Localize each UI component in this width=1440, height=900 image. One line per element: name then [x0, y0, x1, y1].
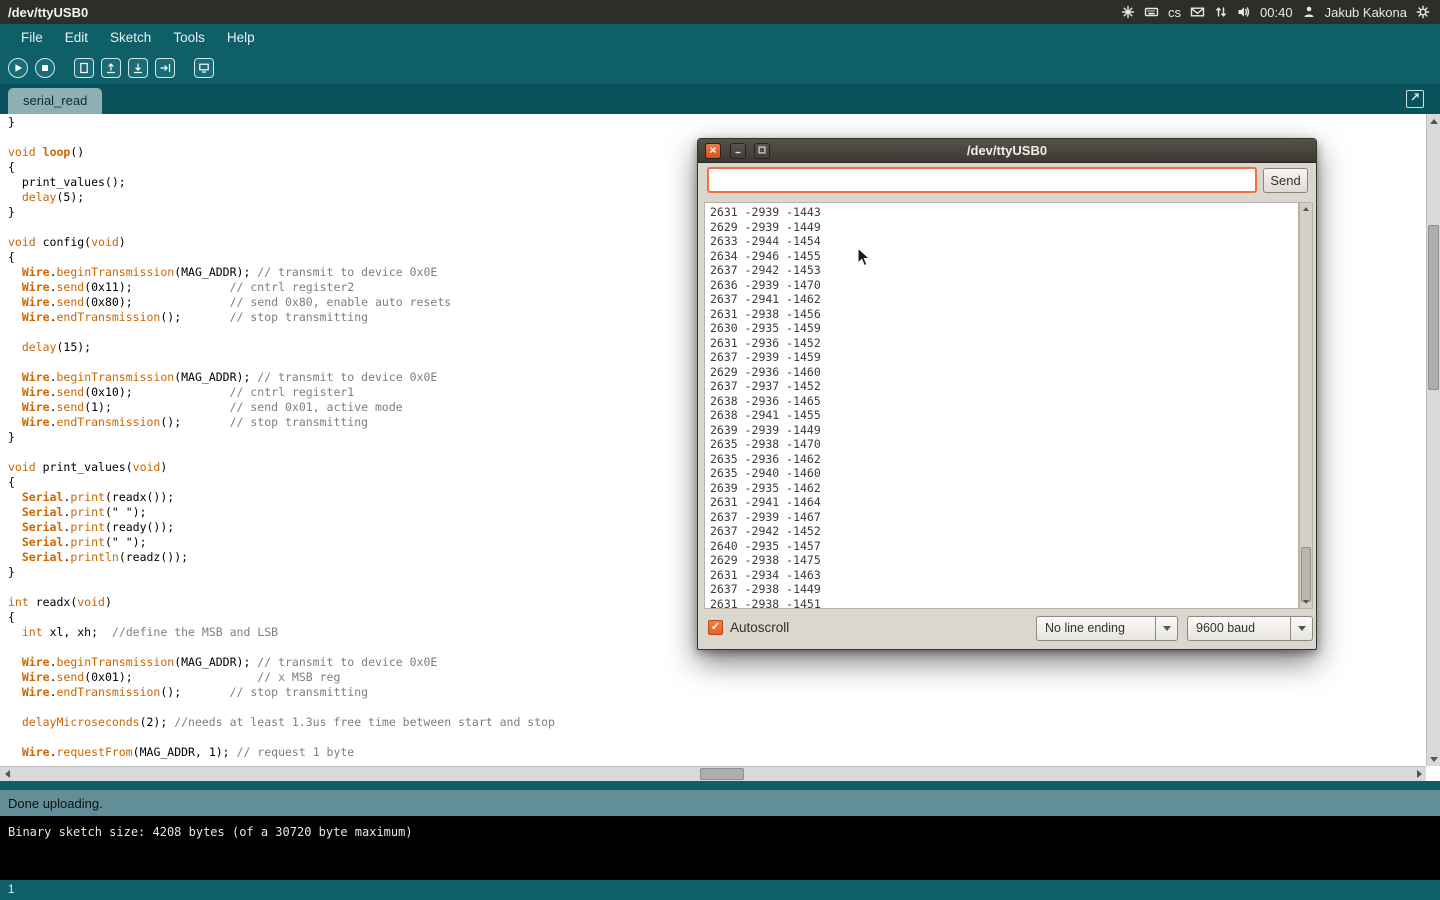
baud-rate-value: 9600 baud	[1188, 617, 1290, 640]
user-menu[interactable]: Jakub Kakona	[1325, 5, 1407, 20]
verify-button[interactable]	[8, 58, 28, 78]
save-button[interactable]	[128, 58, 148, 78]
new-file-icon	[78, 62, 90, 74]
line-number-indicator: 1	[0, 880, 1440, 900]
triangle-up-icon	[1303, 207, 1309, 211]
play-icon	[12, 62, 24, 74]
editor-vscrollbar[interactable]	[1426, 114, 1440, 766]
chevron-down-icon[interactable]	[1155, 617, 1177, 640]
scroll-left-button[interactable]	[0, 767, 14, 781]
code-line	[8, 700, 1426, 715]
stop-icon	[39, 62, 51, 74]
serial-scroll-thumb[interactable]	[1301, 547, 1311, 602]
console-output: Binary sketch size: 4208 bytes (of a 307…	[0, 816, 1440, 880]
serial-monitor-icon	[198, 62, 210, 74]
code-line: delayMicroseconds(2); //needs at least 1…	[8, 715, 1426, 730]
hscroll-thumb[interactable]	[700, 768, 744, 780]
serial-output-area[interactable]: 2631 -2939 -1443 2629 -2939 -1449 2633 -…	[704, 202, 1299, 609]
menu-edit[interactable]: Edit	[54, 24, 99, 52]
console-text: Binary sketch size: 4208 bytes (of a 307…	[8, 825, 413, 839]
menu-sketch[interactable]: Sketch	[99, 24, 162, 52]
triangle-up-icon	[1430, 119, 1438, 124]
toolbar	[0, 52, 1440, 84]
serial-output-text: 2631 -2939 -1443 2629 -2939 -1449 2633 -…	[705, 203, 1298, 609]
chevron-down-icon[interactable]	[1290, 617, 1312, 640]
vscroll-thumb[interactable]	[1428, 225, 1439, 390]
menu-help[interactable]: Help	[216, 24, 266, 52]
code-line: }	[8, 115, 1426, 130]
serial-titlebar[interactable]: /dev/ttyUSB0	[698, 139, 1316, 163]
triangle-left-icon	[5, 770, 10, 778]
line-ending-value: No line ending	[1037, 617, 1155, 640]
divider-strip	[0, 781, 1440, 790]
minimize-icon	[733, 142, 743, 160]
code-line: Wire.beginTransmission(MAG_ADDR); // tra…	[8, 655, 1426, 670]
menu-file[interactable]: File	[10, 24, 54, 52]
code-line	[8, 730, 1426, 745]
serial-window-title: /dev/ttyUSB0	[698, 139, 1316, 163]
footer-strip: 1	[0, 880, 1440, 900]
tray: cs 00:40 Jakub Kakona	[1121, 5, 1440, 20]
serial-monitor-window: /dev/ttyUSB0 Send 2631 -2939 -1443 2629 …	[697, 138, 1317, 650]
send-button[interactable]: Send	[1263, 168, 1308, 193]
triangle-right-icon	[1417, 770, 1422, 778]
baud-rate-select[interactable]: 9600 baud	[1187, 616, 1313, 641]
menubar: FileEditSketchToolsHelp	[0, 24, 1440, 52]
close-button[interactable]	[705, 143, 721, 159]
focused-window-title: /dev/ttyUSB0	[0, 5, 88, 20]
status-message: Done uploading.	[0, 796, 103, 811]
serial-scroll-down-button[interactable]	[1300, 596, 1312, 608]
tab-menu-button[interactable]	[1406, 90, 1424, 108]
triangle-down-icon	[1303, 600, 1309, 604]
serial-monitor-button[interactable]	[194, 58, 214, 78]
line-ending-select[interactable]: No line ending	[1036, 616, 1178, 641]
maximize-icon	[757, 142, 767, 160]
mouse-cursor	[857, 247, 871, 273]
serial-scrollbar[interactable]	[1299, 202, 1313, 609]
keyboard-layout-label[interactable]: cs	[1168, 5, 1181, 20]
indicator-icon[interactable]	[1121, 5, 1135, 19]
save-icon	[132, 62, 144, 74]
upload-button[interactable]	[155, 58, 175, 78]
autoscroll-label: Autoscroll	[730, 618, 789, 637]
code-line: Wire.send(0x01); // x MSB reg	[8, 670, 1426, 685]
serial-input[interactable]	[707, 167, 1257, 193]
scroll-down-button[interactable]	[1427, 752, 1440, 766]
check-icon: ✓	[711, 621, 720, 633]
minimize-button[interactable]	[730, 143, 746, 159]
user-icon[interactable]	[1302, 5, 1316, 19]
open-icon	[105, 62, 117, 74]
menu-tools[interactable]: Tools	[162, 24, 216, 52]
volume-icon[interactable]	[1237, 5, 1251, 19]
autoscroll-checkbox[interactable]: ✓	[708, 620, 723, 635]
mail-icon[interactable]	[1190, 5, 1205, 19]
arrow-icon	[1409, 90, 1421, 108]
status-bar: Done uploading.	[0, 790, 1440, 816]
top-panel: /dev/ttyUSB0 cs 00:40 Jakub Kakona	[0, 0, 1440, 24]
editor-hscrollbar[interactable]	[0, 766, 1426, 781]
code-line: Wire.endTransmission(); // stop transmit…	[8, 685, 1426, 700]
scroll-up-button[interactable]	[1427, 114, 1440, 128]
serial-scroll-up-button[interactable]	[1300, 203, 1312, 215]
scroll-right-button[interactable]	[1412, 767, 1426, 781]
close-icon	[708, 142, 718, 160]
tabbar: serial_read	[0, 84, 1440, 114]
session-gear-icon[interactable]	[1416, 5, 1430, 19]
open-button[interactable]	[101, 58, 121, 78]
maximize-button[interactable]	[754, 143, 770, 159]
code-line: Wire.requestFrom(MAG_ADDR, 1); // reques…	[8, 745, 1426, 760]
triangle-down-icon	[1430, 757, 1438, 762]
network-arrows-icon[interactable]	[1214, 5, 1228, 19]
stop-button[interactable]	[35, 58, 55, 78]
keyboard-icon[interactable]	[1144, 5, 1159, 19]
clock[interactable]: 00:40	[1260, 5, 1293, 20]
tab-serial-read[interactable]: serial_read	[8, 88, 102, 114]
new-sketch-button[interactable]	[74, 58, 94, 78]
upload-icon	[159, 62, 171, 74]
